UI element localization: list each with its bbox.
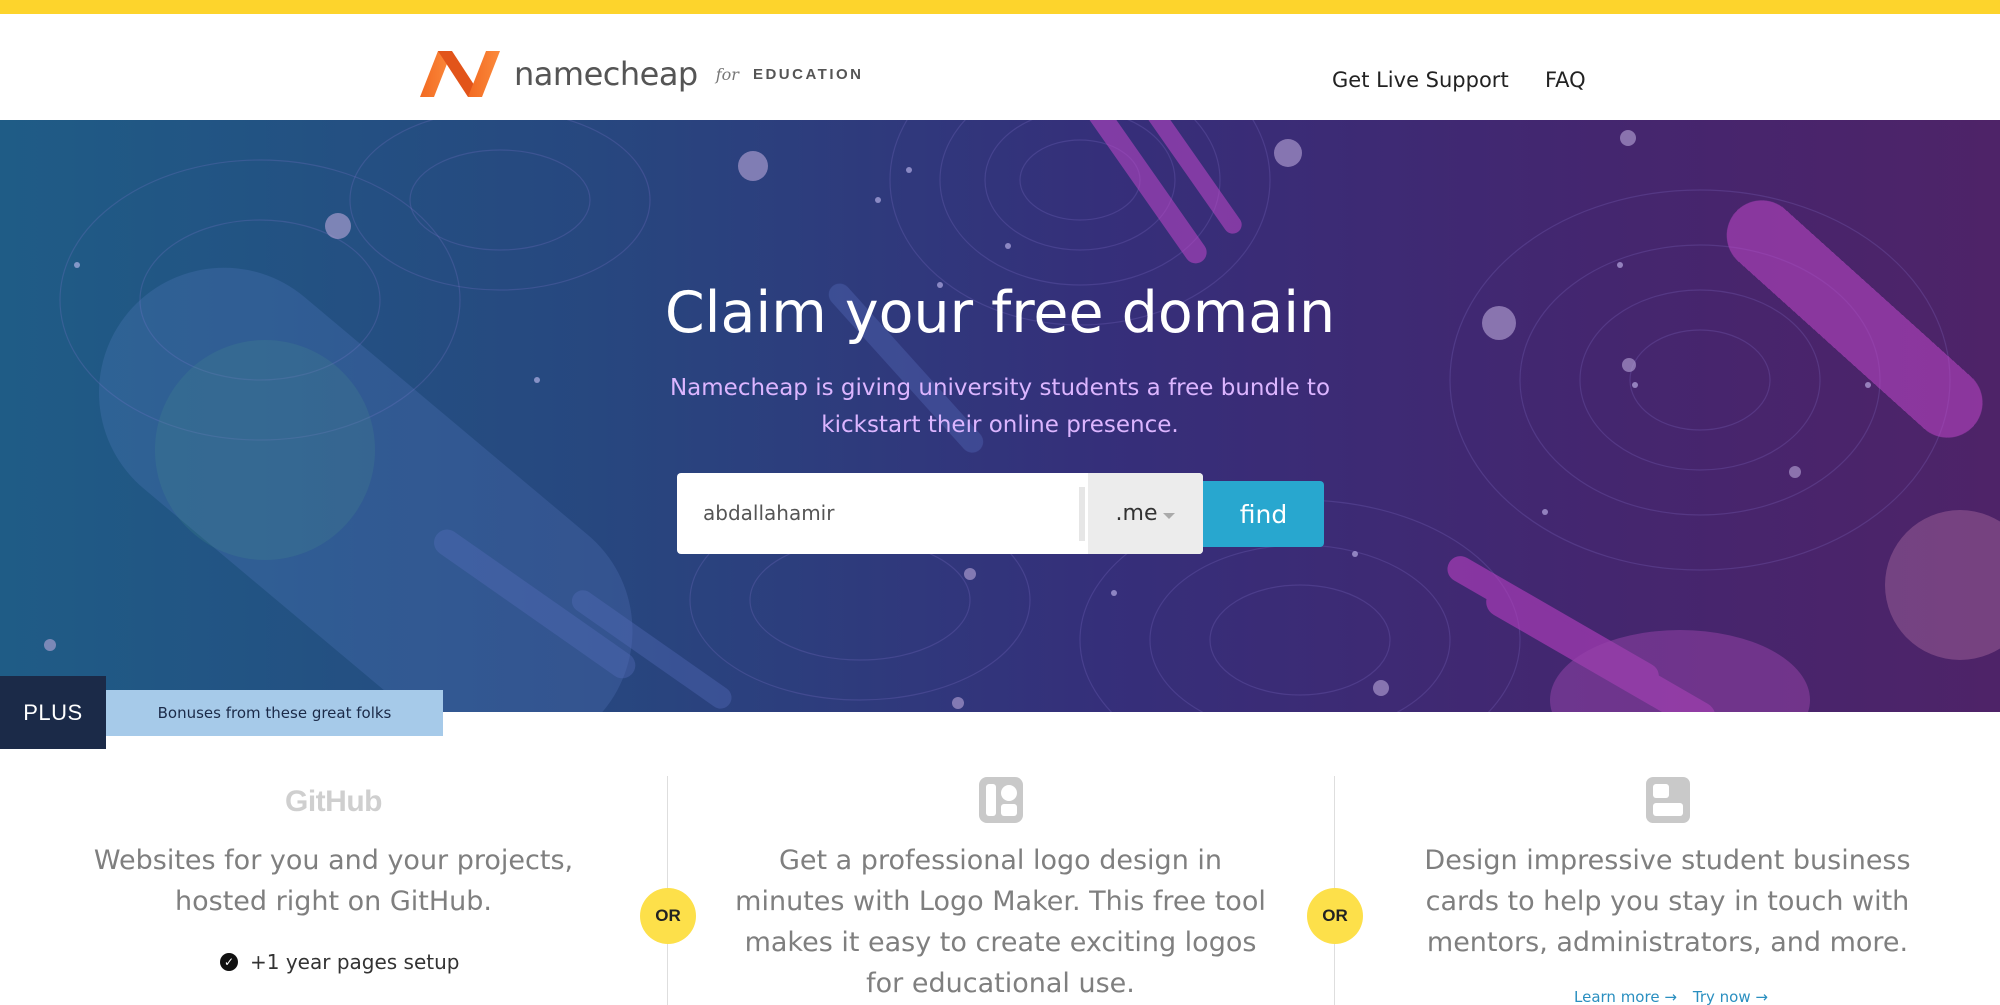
brand-education: EDUCATION xyxy=(752,65,864,83)
nav-get-live-support[interactable]: Get Live Support xyxy=(1332,68,1509,92)
checkmark-icon: ✓ xyxy=(220,953,238,971)
tld-select[interactable]: .me xyxy=(1088,473,1203,554)
chevron-down-icon xyxy=(1163,512,1176,519)
plus-badge: PLUS xyxy=(0,676,106,749)
hero-title: Claim your free domain xyxy=(664,280,1336,346)
bonus-description: Websites for you and your projects, host… xyxy=(93,845,574,917)
bonus-description: Design impressive student business cards… xyxy=(1424,845,1911,958)
top-accent-bar xyxy=(0,0,2000,14)
bonus-description: Get a professional logo design in minute… xyxy=(735,845,1266,999)
namecheap-n-icon xyxy=(420,51,500,97)
github-logo: GitHub xyxy=(285,785,382,818)
bonus-github: GitHub Websites for you and your project… xyxy=(0,770,667,1005)
bonus-business-cards: Design impressive student business cards… xyxy=(1334,770,2000,1005)
nav-faq[interactable]: FAQ xyxy=(1545,68,1586,92)
brand-logo[interactable]: namecheap for EDUCATION xyxy=(418,44,864,104)
or-divider-badge: OR xyxy=(640,888,696,944)
plus-note: Bonuses from these great folks xyxy=(106,690,443,736)
bonus-logo-maker: Get a professional logo design in minute… xyxy=(667,770,1334,1005)
logo-maker-icon xyxy=(979,777,1023,823)
try-now-link[interactable]: Try now → xyxy=(1693,988,1768,1005)
domain-search-box: .me xyxy=(677,473,1203,554)
bonus-perk-label: +1 year pages setup xyxy=(250,950,460,974)
search-divider xyxy=(1079,487,1085,541)
business-card-icon xyxy=(1646,777,1690,823)
site-header: namecheap for EDUCATION Get Live Support… xyxy=(0,14,2000,120)
brand-for: for xyxy=(715,64,739,84)
hero-banner: Claim your free domain Namecheap is givi… xyxy=(0,120,2000,712)
or-divider-badge: OR xyxy=(1307,888,1363,944)
bonus-perk: ✓ +1 year pages setup xyxy=(220,950,459,974)
brand-wordmark: namecheap xyxy=(514,55,698,93)
bonus-links: Learn more → Try now → xyxy=(1574,988,1768,1005)
find-button[interactable]: find xyxy=(1203,481,1324,547)
hero-subtitle: Namecheap is giving university students … xyxy=(669,375,1331,438)
tld-selected-value: .me xyxy=(1115,501,1158,526)
learn-more-link[interactable]: Learn more → xyxy=(1574,988,1677,1005)
domain-search-input[interactable] xyxy=(703,491,1083,535)
